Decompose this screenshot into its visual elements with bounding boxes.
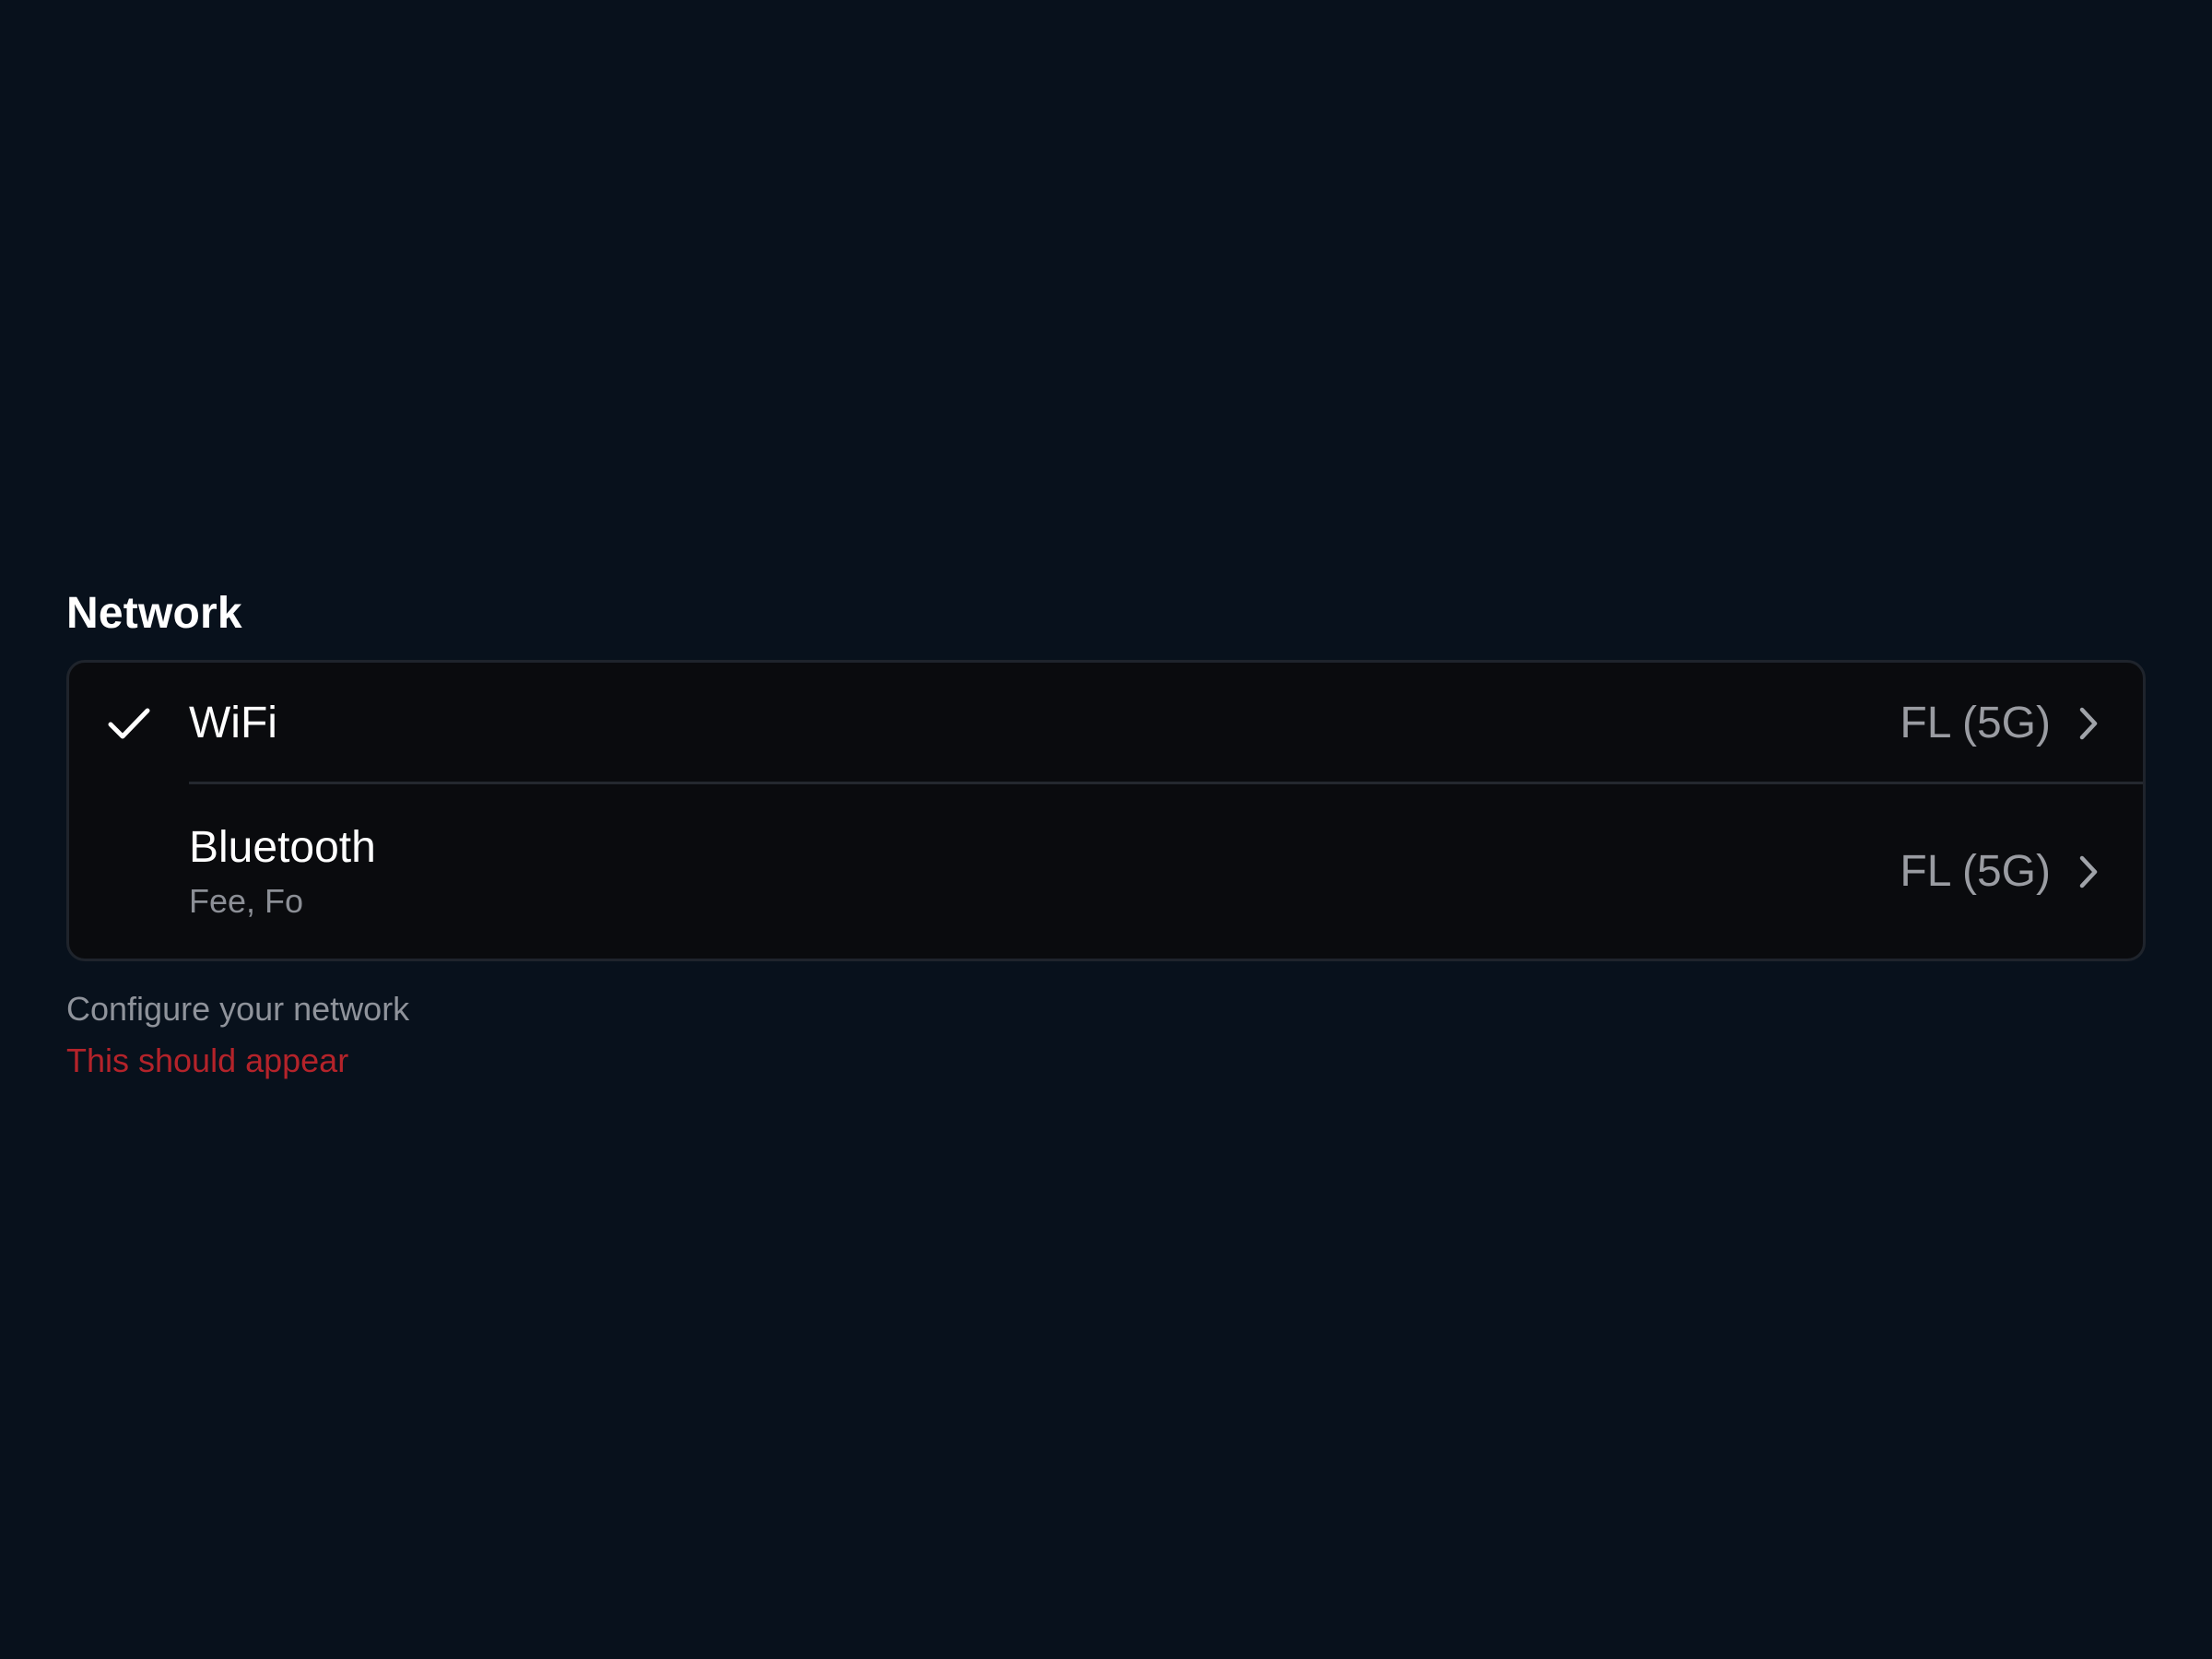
- checkmark-icon: [108, 708, 150, 739]
- list-item-sublabel: Fee, Fo: [189, 881, 304, 920]
- list-item-label: WiFi: [189, 699, 277, 747]
- helper-text: Configure your network: [66, 990, 410, 1028]
- chevron-right-icon: [2075, 706, 2102, 741]
- list-item-content: WiFi FL (5G): [189, 663, 2143, 784]
- list-item-texts: WiFi: [189, 698, 1900, 749]
- list-item-texts: Bluetooth Fee, Fo: [189, 822, 1900, 922]
- list-item-wifi[interactable]: WiFi FL (5G): [69, 663, 2143, 784]
- list-item-label: Bluetooth: [189, 822, 376, 872]
- list-item-content: Bluetooth Fee, Fo FL (5G): [189, 784, 2143, 959]
- list-item-value: FL (5G): [1900, 846, 2051, 896]
- error-text: This should appear: [66, 1041, 349, 1079]
- page: Network WiFi FL (5G) Bluetooth Fee, Fo F…: [0, 0, 2212, 1659]
- chevron-right-icon: [2075, 854, 2102, 889]
- checkmark-slot: [69, 707, 189, 740]
- section-title: Network: [66, 589, 242, 638]
- list-item-bluetooth[interactable]: Bluetooth Fee, Fo FL (5G): [69, 784, 2143, 959]
- section-footer: Configure your network This should appea…: [66, 983, 2146, 1087]
- network-options-list: WiFi FL (5G) Bluetooth Fee, Fo FL (5G): [66, 660, 2146, 961]
- list-item-value: FL (5G): [1900, 699, 2051, 747]
- network-section: Network WiFi FL (5G) Bluetooth Fee, Fo F…: [66, 588, 2146, 1087]
